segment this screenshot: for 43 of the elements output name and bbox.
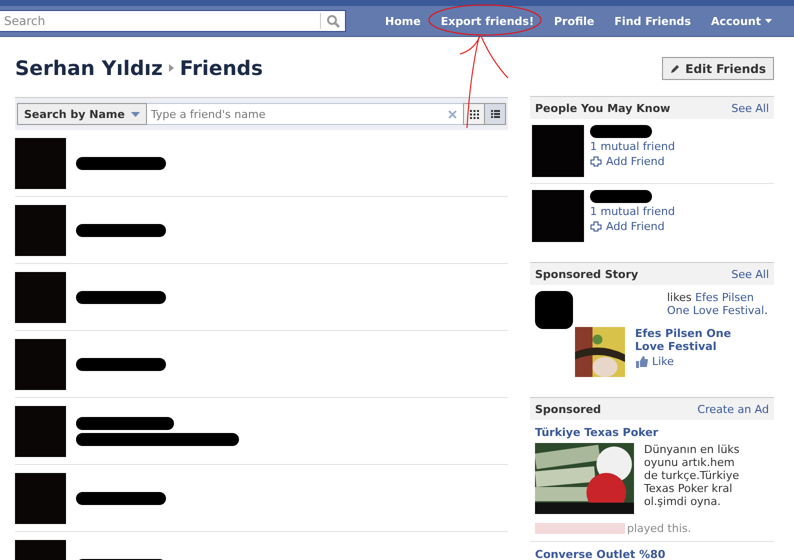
nav-link[interactable]: Find Friends bbox=[604, 14, 701, 28]
nav-link[interactable]: Account bbox=[700, 14, 782, 28]
nav-link[interactable]: Profile bbox=[544, 14, 604, 28]
pencil-icon bbox=[670, 64, 680, 74]
like-link[interactable]: Like bbox=[635, 355, 745, 368]
story-text: likes Efes Pilsen One Love Festival. bbox=[666, 291, 769, 317]
caret-icon bbox=[130, 112, 140, 116]
ad-title-link[interactable]: Türkiye Texas Poker bbox=[535, 426, 769, 439]
add-friend-link[interactable]: Add Friend bbox=[590, 155, 675, 168]
add-friend-icon bbox=[590, 221, 602, 232]
list-view-button[interactable] bbox=[484, 103, 506, 125]
redaction-mark bbox=[590, 190, 652, 203]
panel-title: People You May Know bbox=[535, 102, 670, 114]
create-ad-link[interactable]: Create an Ad bbox=[697, 402, 769, 416]
breadcrumb-arrow-icon bbox=[168, 64, 174, 72]
panel-title: Sponsored Story bbox=[535, 268, 638, 280]
list-icon bbox=[490, 110, 500, 118]
breadcrumb-name[interactable]: Serhan Yıldız bbox=[15, 56, 163, 80]
see-all-link[interactable]: See All bbox=[731, 102, 769, 114]
redaction-mark bbox=[590, 125, 652, 138]
search-box[interactable]: Search bbox=[0, 10, 346, 32]
thumbs-up-icon bbox=[635, 356, 648, 368]
nav-link[interactable]: Export friends! bbox=[430, 14, 544, 28]
mutual-friends-link[interactable]: 1 mutual friend bbox=[590, 205, 675, 218]
panel-title: Sponsored bbox=[535, 402, 602, 416]
search-mode-dropdown[interactable]: Search by Name bbox=[17, 103, 147, 125]
clear-icon[interactable] bbox=[448, 110, 457, 118]
social-text: played this. bbox=[627, 522, 692, 535]
redaction-mark bbox=[535, 291, 573, 329]
grid-icon bbox=[470, 110, 478, 118]
grid-view-button[interactable] bbox=[463, 103, 485, 125]
ad-text: Dünyanın en lüks oyunu artık.hem de turkçe.Türkiye Texas Poker kral ol.şimdi oyna. bbox=[644, 443, 741, 510]
edit-friends-button[interactable]: Edit Friends bbox=[662, 57, 774, 80]
nav-link[interactable]: Home bbox=[375, 14, 431, 28]
friend-search-box[interactable]: Type a friend's name bbox=[146, 103, 464, 125]
mutual-friends-link[interactable]: 1 mutual friend bbox=[590, 140, 675, 153]
page-title: Friends bbox=[180, 56, 263, 80]
see-all-link[interactable]: See All bbox=[731, 268, 769, 280]
add-friend-icon bbox=[590, 156, 602, 167]
ad-title-link[interactable]: Converse Outlet %80 bbox=[535, 548, 769, 560]
page-title-link[interactable]: Efes Pilsen One Love Festival bbox=[635, 327, 745, 353]
search-icon bbox=[326, 14, 340, 28]
add-friend-link[interactable]: Add Friend bbox=[590, 220, 675, 233]
